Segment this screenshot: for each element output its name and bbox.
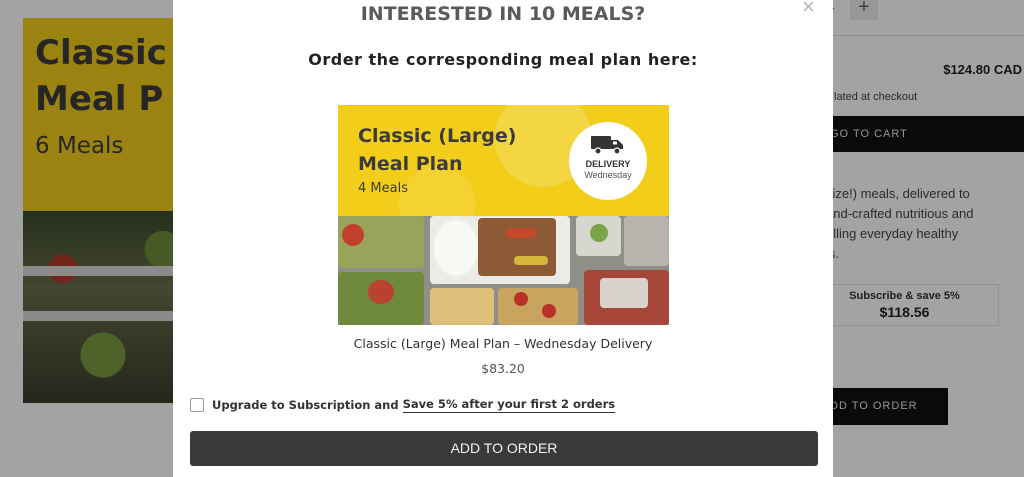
delivery-badge-day: Wednesday xyxy=(584,170,632,180)
add-to-order-button[interactable]: ADD TO ORDER xyxy=(190,431,818,466)
upgrade-save-link[interactable]: Save 5% after your first 2 orders xyxy=(402,397,616,413)
product-image[interactable]: Classic (Large) Meal Plan 4 Meals DELIVE… xyxy=(338,105,669,325)
product-price: $83.20 xyxy=(481,361,525,376)
upgrade-subscription-option[interactable]: Upgrade to Subscription and Save 5% afte… xyxy=(190,397,616,413)
delivery-badge-label: DELIVERY xyxy=(585,159,631,169)
modal-subheading: Order the corresponding meal plan here: xyxy=(308,50,698,69)
delivery-truck-icon xyxy=(591,136,623,155)
product-name[interactable]: Classic (Large) Meal Plan – Wednesday De… xyxy=(173,336,833,351)
checkbox-icon[interactable] xyxy=(190,398,204,412)
modal-heading: INTERESTED IN 10 MEALS? xyxy=(360,3,646,25)
delivery-badge: DELIVERY Wednesday xyxy=(569,122,647,200)
product-image-title: Classic (Large) Meal Plan xyxy=(358,125,517,175)
upsell-modal: × INTERESTED IN 10 MEALS? Order the corr… xyxy=(173,0,833,477)
upgrade-label: Upgrade to Subscription and xyxy=(212,398,399,412)
product-image-food xyxy=(338,216,669,325)
product-image-meal-count: 4 Meals xyxy=(358,181,408,196)
